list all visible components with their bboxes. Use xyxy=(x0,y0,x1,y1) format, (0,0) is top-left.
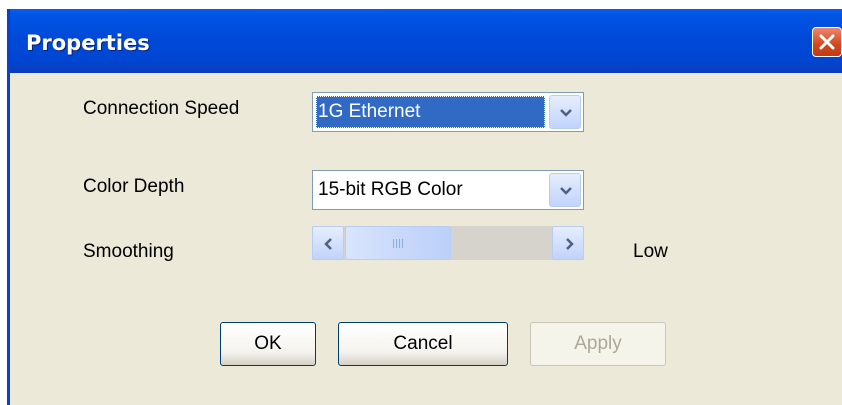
connection-speed-dropdown-button[interactable] xyxy=(549,95,581,129)
chevron-right-icon xyxy=(566,238,574,250)
close-icon xyxy=(819,34,835,50)
scroll-right-button[interactable] xyxy=(552,226,584,260)
color-depth-value: 15-bit RGB Color xyxy=(318,179,463,200)
connection-speed-value: 1G Ethernet xyxy=(316,96,545,128)
chevron-down-icon xyxy=(560,109,572,117)
smoothing-level-text: Low xyxy=(633,241,668,262)
dialog-title: Properties xyxy=(26,31,150,55)
chevron-down-icon xyxy=(560,187,572,195)
apply-button[interactable]: Apply xyxy=(530,322,666,366)
cancel-button[interactable]: Cancel xyxy=(338,322,508,366)
close-button[interactable] xyxy=(812,27,842,57)
color-depth-select[interactable]: 15-bit RGB Color xyxy=(312,170,584,210)
connection-speed-select[interactable]: 1G Ethernet xyxy=(312,92,584,132)
smoothing-thumb[interactable] xyxy=(345,226,451,260)
title-bar[interactable]: Properties xyxy=(10,9,842,73)
grip-line xyxy=(393,239,394,248)
color-depth-label: Color Depth xyxy=(83,176,185,197)
smoothing-label: Smoothing xyxy=(83,241,174,262)
ok-button[interactable]: OK xyxy=(220,322,316,366)
grip-line xyxy=(402,239,403,248)
scroll-left-button[interactable] xyxy=(312,226,344,260)
connection-speed-label: Connection Speed xyxy=(83,98,240,119)
color-depth-dropdown-button[interactable] xyxy=(549,173,581,207)
chevron-left-icon xyxy=(324,238,332,250)
grip-line xyxy=(399,239,400,248)
grip-line xyxy=(396,239,397,248)
smoothing-scrollbar[interactable] xyxy=(312,226,584,260)
